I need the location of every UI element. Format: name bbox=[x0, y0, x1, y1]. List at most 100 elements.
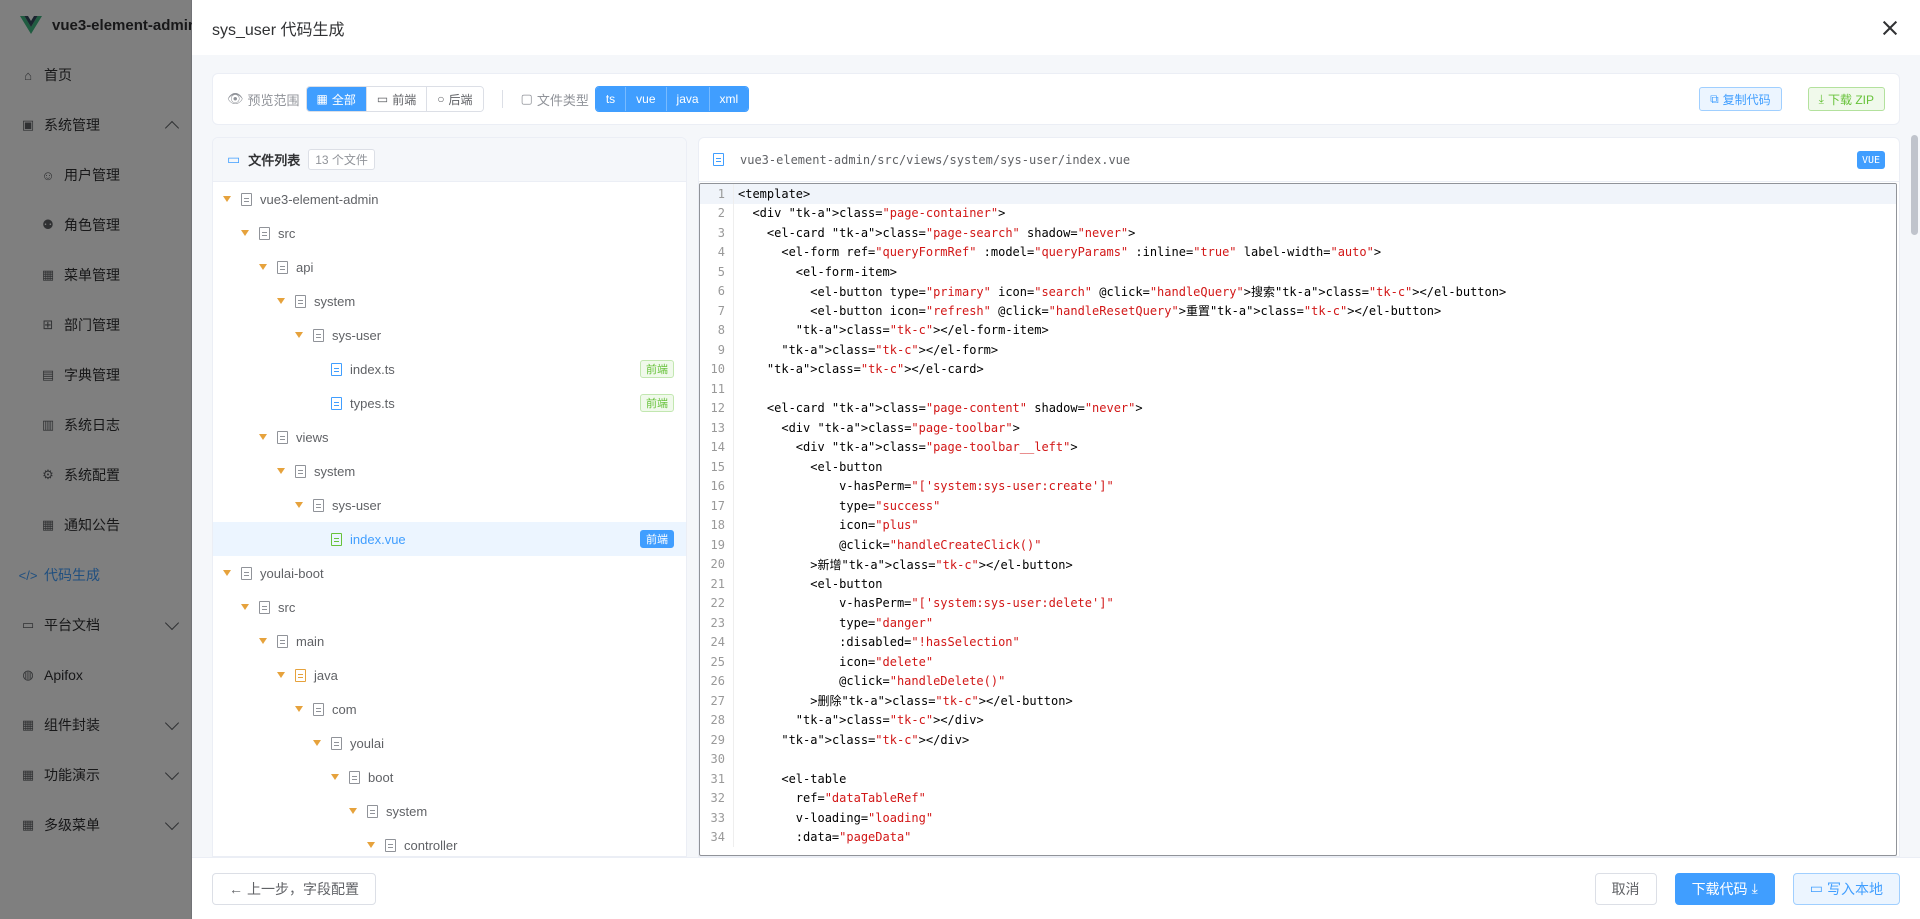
tree-folder[interactable]: views bbox=[213, 420, 686, 454]
line-number: 1 bbox=[700, 184, 734, 204]
tree-folder[interactable]: main bbox=[213, 624, 686, 658]
close-icon[interactable] bbox=[1880, 18, 1900, 38]
download-zip-button[interactable]: ⤓ 下载 ZIP bbox=[1807, 87, 1885, 111]
folder-open-icon: ▭ bbox=[227, 151, 241, 167]
document-icon bbox=[259, 600, 270, 614]
type-java-button[interactable]: java bbox=[666, 87, 710, 111]
tree-folder[interactable]: youlai bbox=[213, 726, 686, 760]
scope-frontend-button[interactable]: ▭ 前端 bbox=[366, 87, 428, 111]
code-line: 10 "tk-a">class="tk-c"></el-card> bbox=[700, 359, 1896, 379]
code-text: <el-button icon="refresh" @click="handle… bbox=[738, 304, 1442, 319]
prev-step-button[interactable]: ← 上一步，字段配置 bbox=[212, 872, 376, 905]
document-icon bbox=[331, 736, 342, 750]
tree-node-label: controller bbox=[404, 837, 458, 853]
tree-folder[interactable]: sys-user bbox=[213, 488, 686, 522]
tree-node-label: com bbox=[332, 701, 357, 717]
caret-down-icon bbox=[295, 706, 303, 712]
copy-code-button[interactable]: ⧉ 复制代码 bbox=[1699, 87, 1782, 111]
type-vue-button[interactable]: vue bbox=[626, 87, 667, 111]
drawer-body: 👁 预览范围 ▦ 全部 ▭ 前端 ○ 后端 ▢ 文件类型 ts vue java xm… bbox=[192, 55, 1920, 857]
tree-folder[interactable]: vue3-element-admin bbox=[213, 182, 686, 216]
code-line: 5 <el-form-item> bbox=[700, 262, 1896, 282]
tree-folder[interactable]: sys-user bbox=[213, 318, 686, 352]
type-label: ▢ 文件类型 bbox=[520, 91, 589, 108]
code-text: v-loading="loading" bbox=[738, 810, 934, 825]
line-number: 8 bbox=[700, 320, 734, 340]
tree-folder[interactable]: system bbox=[213, 794, 686, 828]
line-number: 6 bbox=[700, 281, 734, 301]
code-text: "tk-a">class="tk-c"></el-form> bbox=[781, 342, 999, 357]
cancel-button[interactable]: 取消 bbox=[1594, 872, 1657, 905]
code-line: 31 <el-table bbox=[700, 769, 1896, 789]
code-line: 29 "tk-a">class="tk-c"></div> bbox=[700, 730, 1896, 750]
document-icon bbox=[313, 702, 324, 716]
frontend-tag: 前端 bbox=[640, 530, 674, 548]
line-number: 32 bbox=[700, 788, 734, 808]
scope-backend-button[interactable]: ○ 后端 bbox=[427, 87, 483, 111]
tree-node-label: index.vue bbox=[350, 531, 406, 547]
tree-folder[interactable]: src bbox=[213, 590, 686, 624]
document-icon bbox=[313, 498, 324, 512]
code-line: 6 <el-button type="primary" icon="search… bbox=[700, 281, 1896, 301]
code-text: <el-card "tk-a">class="page-search" shad… bbox=[738, 225, 1136, 240]
code-gen-drawer: sys_user 代码生成 👁 预览范围 ▦ 全部 ▭ 前端 ○ 后端 ▢ 文件类型 … bbox=[192, 0, 1920, 919]
code-line: 4 <el-form ref="queryFormRef" :model="qu… bbox=[700, 242, 1896, 262]
tree-folder[interactable]: youlai-boot bbox=[213, 556, 686, 590]
type-segment: ts vue java xml bbox=[594, 86, 750, 112]
tree-node-label: vue3-element-admin bbox=[260, 191, 379, 207]
line-number: 10 bbox=[700, 359, 734, 379]
document-icon bbox=[277, 260, 288, 274]
code-text: <template> bbox=[738, 186, 811, 201]
type-ts-button[interactable]: ts bbox=[595, 87, 627, 111]
write-local-button[interactable]: ▭ 写入本地 bbox=[1792, 872, 1900, 905]
monitor-icon: ▭ bbox=[376, 92, 389, 106]
tree-file[interactable]: types.ts 前端 bbox=[213, 386, 686, 420]
line-number: 34 bbox=[700, 827, 734, 847]
code-preview-header: vue3-element-admin/src/views/system/sys-… bbox=[699, 138, 1899, 182]
tree-node-label: index.ts bbox=[350, 361, 395, 377]
tree-folder[interactable]: java bbox=[213, 658, 686, 692]
download-code-button[interactable]: 下载代码 ⤓ bbox=[1674, 872, 1775, 905]
scrollbar[interactable] bbox=[1911, 135, 1918, 235]
line-number: 23 bbox=[700, 613, 734, 633]
tree-node-label: views bbox=[296, 429, 329, 445]
tree-folder[interactable]: boot bbox=[213, 760, 686, 794]
tree-folder[interactable]: system bbox=[213, 454, 686, 488]
document-icon bbox=[385, 838, 396, 852]
line-number: 33 bbox=[700, 808, 734, 828]
file-icon bbox=[713, 153, 724, 166]
tree-node-label: boot bbox=[368, 769, 394, 785]
code-text: <div "tk-a">class="page-toolbar__left"> bbox=[738, 440, 1078, 455]
code-line: 13 <div "tk-a">class="page-toolbar"> bbox=[700, 418, 1896, 438]
tree-folder[interactable]: com bbox=[213, 692, 686, 726]
caret-down-icon bbox=[223, 570, 231, 576]
line-number: 22 bbox=[700, 593, 734, 613]
tree-folder[interactable]: api bbox=[213, 250, 686, 284]
caret-down-icon bbox=[367, 842, 375, 848]
line-number: 17 bbox=[700, 496, 734, 516]
tree-file[interactable]: index.ts 前端 bbox=[213, 352, 686, 386]
tree-node-label: youlai-boot bbox=[260, 565, 324, 581]
code-line: 32 ref="dataTableRef" bbox=[700, 788, 1896, 808]
panels: ▭ 文件列表 13 个文件 vue3-element-admin src api sy… bbox=[212, 137, 1900, 857]
file-list-header: ▭ 文件列表 13 个文件 bbox=[213, 138, 686, 182]
line-number: 19 bbox=[700, 535, 734, 555]
line-number: 15 bbox=[700, 457, 734, 477]
tree-node-label: java bbox=[314, 667, 338, 683]
tree-folder[interactable]: controller bbox=[213, 828, 686, 856]
tree-folder[interactable]: system bbox=[213, 284, 686, 318]
code-line: 8 "tk-a">class="tk-c"></el-form-item> bbox=[700, 320, 1896, 340]
tree-folder[interactable]: src bbox=[213, 216, 686, 250]
type-xml-button[interactable]: xml bbox=[709, 87, 749, 111]
scope-all-button[interactable]: ▦ 全部 bbox=[306, 87, 367, 111]
line-number: 4 bbox=[700, 242, 734, 262]
code-text: v-hasPerm="['system:sys-user:create']" bbox=[738, 479, 1114, 494]
tree-file[interactable]: index.vue 前端 bbox=[213, 522, 686, 556]
eye-icon: 👁 bbox=[227, 91, 244, 106]
code-editor[interactable]: 1 <template> 2 <div "tk-a">class="page-con… bbox=[699, 183, 1897, 856]
document-icon bbox=[313, 328, 324, 342]
code-text: v-hasPerm="['system:sys-user:delete']" bbox=[738, 596, 1114, 611]
drawer-footer: ← 上一步，字段配置 取消 下载代码 ⤓ ▭ 写入本地 bbox=[192, 857, 1920, 919]
code-text: <el-button bbox=[738, 576, 883, 591]
line-number: 27 bbox=[700, 691, 734, 711]
